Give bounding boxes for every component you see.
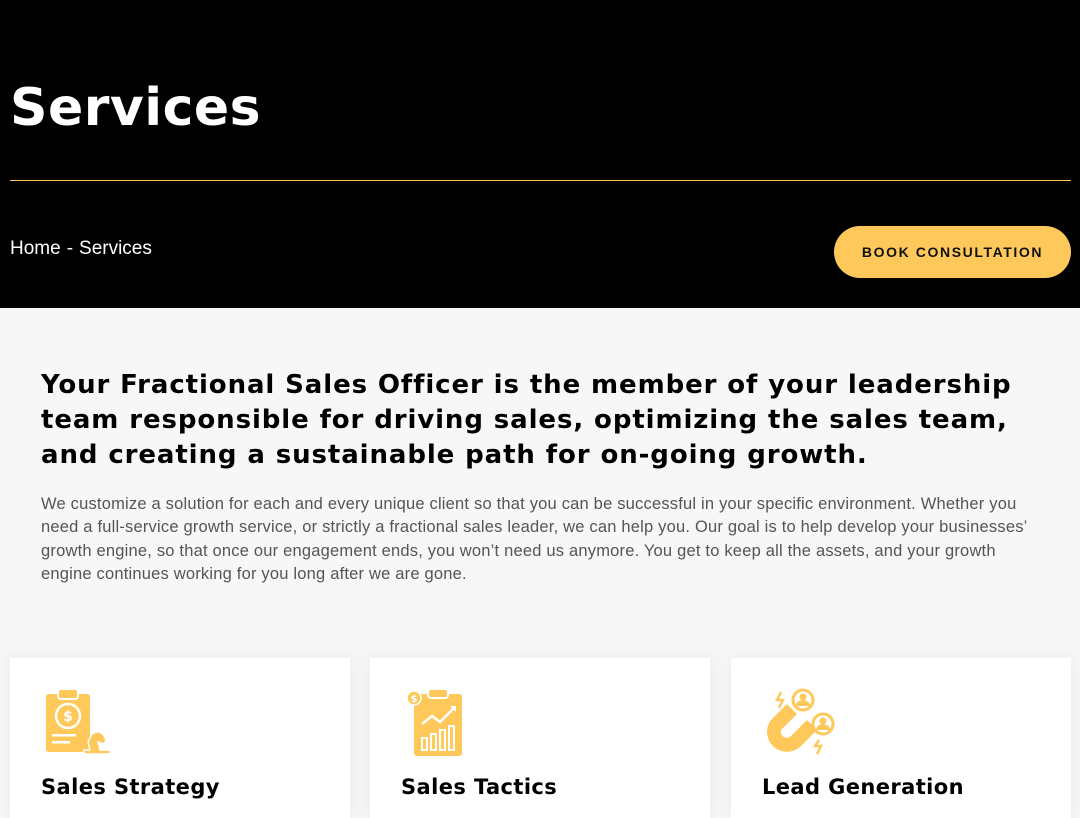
magnet-people-icon (767, 688, 835, 755)
svg-text:$: $ (63, 709, 73, 725)
hero-divider (10, 180, 1071, 181)
page-hero: Services Home - Services BOOK CONSULTATION (0, 0, 1080, 308)
breadcrumb-current: Services (79, 238, 152, 259)
breadcrumb-separator: - (66, 238, 74, 259)
service-title: Sales Strategy (41, 775, 220, 799)
service-title: Sales Tactics (401, 775, 558, 799)
book-consultation-button[interactable]: BOOK CONSULTATION (834, 226, 1071, 278)
service-card-sales-tactics[interactable]: $ Sales Tactics (370, 658, 710, 818)
breadcrumb-home-link[interactable]: Home (10, 238, 61, 259)
strategy-clipboard-icon: $ (46, 688, 111, 755)
breadcrumb: Home - Services (10, 238, 152, 260)
service-title: Lead Generation (762, 775, 964, 799)
growth-chart-clipboard-icon: $ (406, 688, 462, 756)
svg-text:$: $ (411, 694, 418, 705)
service-card-sales-strategy[interactable]: $ Sales Strategy (10, 658, 350, 818)
service-card-lead-generation[interactable]: Lead Generation (731, 658, 1071, 818)
intro-heading: Your Fractional Sales Officer is the mem… (41, 370, 1012, 470)
page-title: Services (10, 78, 262, 138)
intro-body: We customize a solution for each and eve… (41, 495, 1027, 584)
